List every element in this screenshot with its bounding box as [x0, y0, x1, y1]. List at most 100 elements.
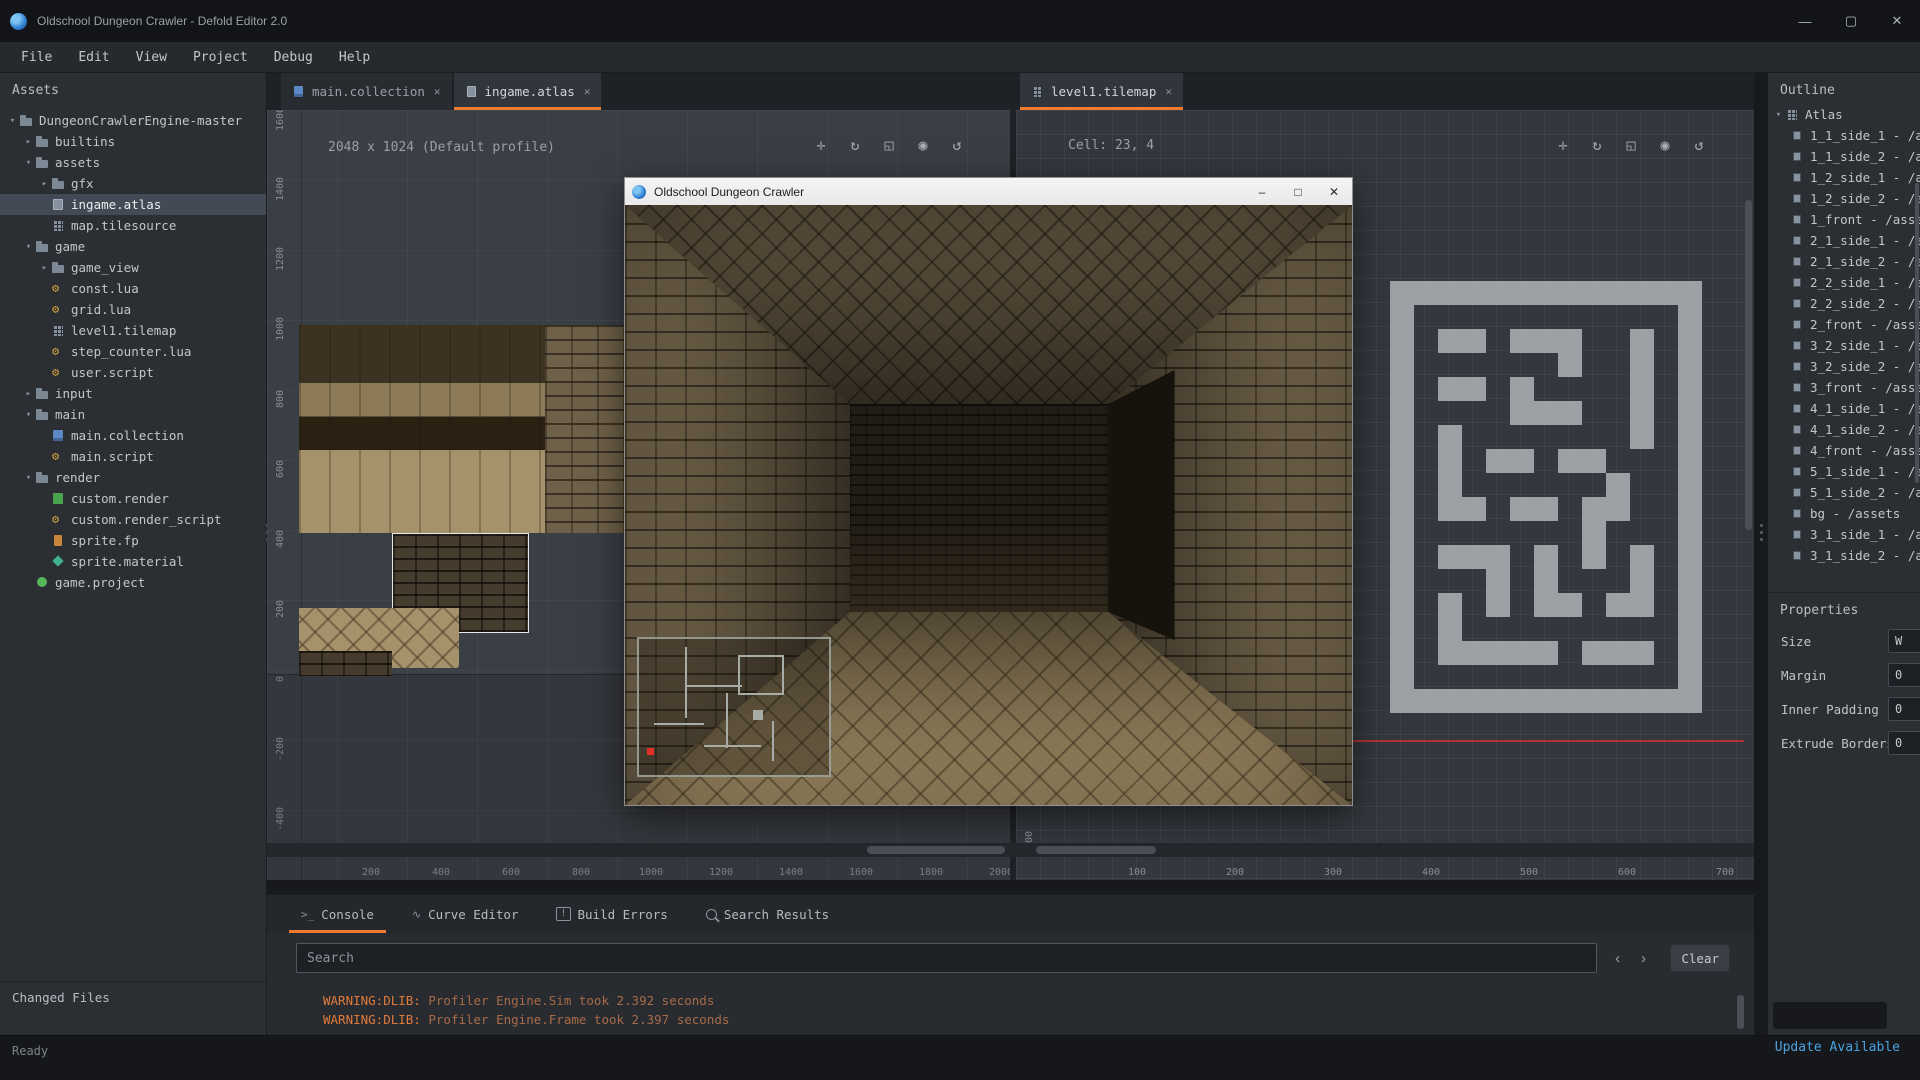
- tilemap-cell[interactable]: [1510, 377, 1534, 401]
- outline-item[interactable]: 3_front - /assets: [1768, 377, 1920, 398]
- tilemap-cell[interactable]: [1606, 593, 1630, 617]
- rotate-tool-button[interactable]: ↻: [840, 132, 870, 158]
- tilemap-cell[interactable]: [1630, 497, 1654, 521]
- tilemap-cell[interactable]: [1702, 569, 1726, 593]
- clear-console-button[interactable]: Clear: [1670, 944, 1730, 972]
- tab-close-icon[interactable]: ✕: [584, 85, 591, 98]
- search-input[interactable]: [296, 943, 1597, 973]
- tilemap-cell[interactable]: [1486, 305, 1510, 329]
- tilemap-cell[interactable]: [1366, 425, 1390, 449]
- tilemap-cell[interactable]: [1534, 569, 1558, 593]
- tilemap-cell[interactable]: [1390, 569, 1414, 593]
- tilemap-cell[interactable]: [1630, 401, 1654, 425]
- tilemap-cell[interactable]: [1678, 401, 1702, 425]
- tilemap-cell[interactable]: [1510, 665, 1534, 689]
- tilemap-cell[interactable]: [1414, 377, 1438, 401]
- menu-item[interactable]: Debug: [261, 42, 326, 73]
- tilemap-cell[interactable]: [1462, 497, 1486, 521]
- menu-item[interactable]: Help: [326, 42, 383, 73]
- tilemap-cell[interactable]: [1558, 449, 1582, 473]
- tilemap-cell[interactable]: [1510, 569, 1534, 593]
- tilemap-cell[interactable]: [1390, 377, 1414, 401]
- outline-item[interactable]: 3_2_side_2 - /assets: [1768, 356, 1920, 377]
- tilemap-cell[interactable]: [1510, 545, 1534, 569]
- tilemap-cell[interactable]: [1438, 281, 1462, 305]
- expander-arrow[interactable]: ▾: [6, 116, 19, 126]
- tilemap-cell[interactable]: [1702, 305, 1726, 329]
- tilemap-cell[interactable]: [1558, 401, 1582, 425]
- tilemap-cell[interactable]: [1582, 617, 1606, 641]
- expander-arrow[interactable]: ▾: [22, 158, 35, 168]
- tilemap-cell[interactable]: [1462, 521, 1486, 545]
- tilemap-cell[interactable]: [1702, 281, 1726, 305]
- tilemap-cell[interactable]: [1438, 713, 1462, 737]
- expander-arrow[interactable]: ▾: [22, 410, 35, 420]
- tilemap-cell[interactable]: [1606, 281, 1630, 305]
- tilemap-cell[interactable]: [1486, 329, 1510, 353]
- tilemap-cell[interactable]: [1390, 353, 1414, 377]
- tilemap-cell[interactable]: [1534, 521, 1558, 545]
- tree-item[interactable]: ▾ assets: [0, 152, 266, 173]
- tilemap-cell[interactable]: [1582, 713, 1606, 737]
- outline-item[interactable]: 2_1_side_1 - /assets: [1768, 230, 1920, 251]
- search-next-button[interactable]: ›: [1631, 943, 1657, 973]
- tilemap-cell[interactable]: [1414, 425, 1438, 449]
- tilemap-cell[interactable]: [1582, 425, 1606, 449]
- property-value-field[interactable]: 0: [1888, 663, 1920, 687]
- tilemap-cell[interactable]: [1606, 641, 1630, 665]
- tilemap-cell[interactable]: [1678, 377, 1702, 401]
- tilemap-cell[interactable]: [1678, 329, 1702, 353]
- tilemap-cell[interactable]: [1678, 281, 1702, 305]
- outline-item[interactable]: 4_front - /assets: [1768, 440, 1920, 461]
- tilemap-cell[interactable]: [1462, 377, 1486, 401]
- tilemap-cell[interactable]: [1510, 281, 1534, 305]
- tilemap-cell[interactable]: [1678, 425, 1702, 449]
- tilemap-cell[interactable]: [1606, 353, 1630, 377]
- tilemap-cell[interactable]: [1438, 665, 1462, 689]
- tilemap-cell[interactable]: [1702, 257, 1726, 281]
- tilemap-cell[interactable]: [1462, 329, 1486, 353]
- tilemap-cell[interactable]: [1654, 641, 1678, 665]
- tilemap-cell[interactable]: [1654, 449, 1678, 473]
- property-value-field[interactable]: W: [1888, 629, 1920, 653]
- outline-item[interactable]: bg - /assets: [1768, 503, 1920, 524]
- tilemap-cell[interactable]: [1558, 353, 1582, 377]
- visibility-button[interactable]: ◉: [1650, 132, 1680, 158]
- tilemap-cell[interactable]: [1654, 713, 1678, 737]
- tilemap-cell[interactable]: [1654, 281, 1678, 305]
- tilemap-cell[interactable]: [1438, 401, 1462, 425]
- tilemap-cell[interactable]: [1654, 497, 1678, 521]
- tilemap-cell[interactable]: [1558, 689, 1582, 713]
- tilemap-cell[interactable]: [1414, 569, 1438, 593]
- tilemap-cell[interactable]: [1606, 425, 1630, 449]
- expander-arrow[interactable]: ▾: [22, 473, 35, 483]
- tilemap-cell[interactable]: [1414, 305, 1438, 329]
- tilemap-cell[interactable]: [1702, 497, 1726, 521]
- tilemap-vertical-scrollbar[interactable]: [1745, 200, 1752, 530]
- tilemap-cell[interactable]: [1654, 545, 1678, 569]
- tilemap-cell[interactable]: [1414, 401, 1438, 425]
- outline-item[interactable]: 2_front - /assets: [1768, 314, 1920, 335]
- menu-item[interactable]: Edit: [65, 42, 122, 73]
- tilemap-cell[interactable]: [1558, 665, 1582, 689]
- outline-item[interactable]: 4_1_side_2 - /assets: [1768, 419, 1920, 440]
- tilemap-cell[interactable]: [1366, 377, 1390, 401]
- game-close-button[interactable]: ✕: [1316, 178, 1352, 205]
- tilemap-cell[interactable]: [1486, 353, 1510, 377]
- tilemap-cell[interactable]: [1486, 449, 1510, 473]
- tilemap-cell[interactable]: [1558, 617, 1582, 641]
- console-vertical-scrollbar[interactable]: [1737, 995, 1744, 1029]
- tilemap-cell[interactable]: [1582, 497, 1606, 521]
- outline-item[interactable]: 1_1_side_2 - /assets: [1768, 146, 1920, 167]
- tilemap-cell[interactable]: [1534, 641, 1558, 665]
- outline-item[interactable]: 1_2_side_2 - /assets: [1768, 188, 1920, 209]
- tilemap-cell[interactable]: [1582, 641, 1606, 665]
- tilemap-cell[interactable]: [1390, 401, 1414, 425]
- frame-view-button[interactable]: ↺: [942, 132, 972, 158]
- tilemap-cell[interactable]: [1582, 545, 1606, 569]
- search-prev-button[interactable]: ‹: [1605, 943, 1631, 973]
- tilemap-cell[interactable]: [1534, 257, 1558, 281]
- tilemap-cell[interactable]: [1606, 689, 1630, 713]
- tilemap-cell[interactable]: [1630, 425, 1654, 449]
- tilemap-cell[interactable]: [1510, 449, 1534, 473]
